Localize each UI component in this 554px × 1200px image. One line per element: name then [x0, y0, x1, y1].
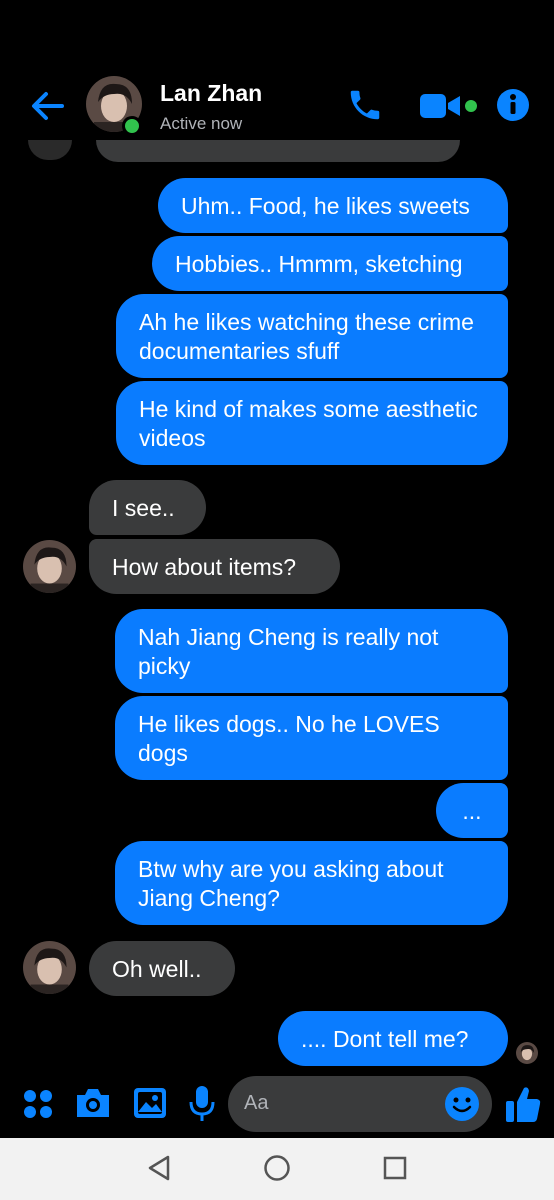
- like-icon[interactable]: [504, 1084, 542, 1124]
- message-bubble-outgoing[interactable]: Nah Jiang Cheng is really not picky: [115, 609, 508, 693]
- message-input[interactable]: Aa: [228, 1076, 492, 1132]
- message-bubble-outgoing[interactable]: ...: [436, 783, 508, 838]
- back-arrow-icon[interactable]: [28, 86, 68, 126]
- message-bubble-outgoing[interactable]: Hobbies.. Hmmm, sketching: [152, 236, 508, 291]
- emoji-icon[interactable]: [444, 1086, 480, 1122]
- microphone-icon[interactable]: [188, 1084, 216, 1124]
- nav-back-icon[interactable]: [146, 1154, 172, 1182]
- system-navigation-bar: [0, 1138, 554, 1200]
- partial-avatar: [28, 140, 72, 160]
- message-bubble-incoming[interactable]: Oh well..: [89, 941, 235, 996]
- message-bubble-outgoing[interactable]: Ah he likes watching these crime documen…: [116, 294, 508, 378]
- nav-home-icon[interactable]: [263, 1154, 291, 1182]
- contact-avatar-small[interactable]: [23, 941, 76, 994]
- message-bubble-outgoing[interactable]: He kind of makes some aesthetic videos: [116, 381, 508, 465]
- online-status-dot: [122, 116, 142, 136]
- gallery-icon[interactable]: [132, 1086, 168, 1120]
- message-bubble-outgoing[interactable]: He likes dogs.. No he LOVES dogs: [115, 696, 508, 780]
- nav-recents-icon[interactable]: [382, 1154, 408, 1182]
- partial-message-bubble: [96, 140, 460, 162]
- contact-avatar-small[interactable]: [23, 540, 76, 593]
- message-bubble-outgoing[interactable]: Btw why are you asking about Jiang Cheng…: [115, 841, 508, 925]
- message-composer: Aa: [0, 1070, 554, 1138]
- apps-icon[interactable]: [22, 1088, 54, 1120]
- message-bubble-outgoing[interactable]: .... Dont tell me?: [278, 1011, 508, 1066]
- message-bubble-outgoing[interactable]: Uhm.. Food, he likes sweets: [158, 178, 508, 233]
- conversation-header: Lan Zhan Active now: [0, 60, 554, 150]
- phone-icon[interactable]: [346, 86, 384, 124]
- seen-receipt-avatar: [516, 1042, 538, 1064]
- contact-name[interactable]: Lan Zhan: [160, 80, 262, 107]
- camera-icon[interactable]: [74, 1086, 112, 1120]
- active-status: Active now: [160, 114, 243, 133]
- info-icon[interactable]: [496, 88, 530, 122]
- message-bubble-incoming[interactable]: How about items?: [89, 539, 340, 594]
- message-input-placeholder: Aa: [244, 1092, 269, 1114]
- video-icon[interactable]: [418, 90, 482, 122]
- message-bubble-incoming[interactable]: I see..: [89, 480, 206, 535]
